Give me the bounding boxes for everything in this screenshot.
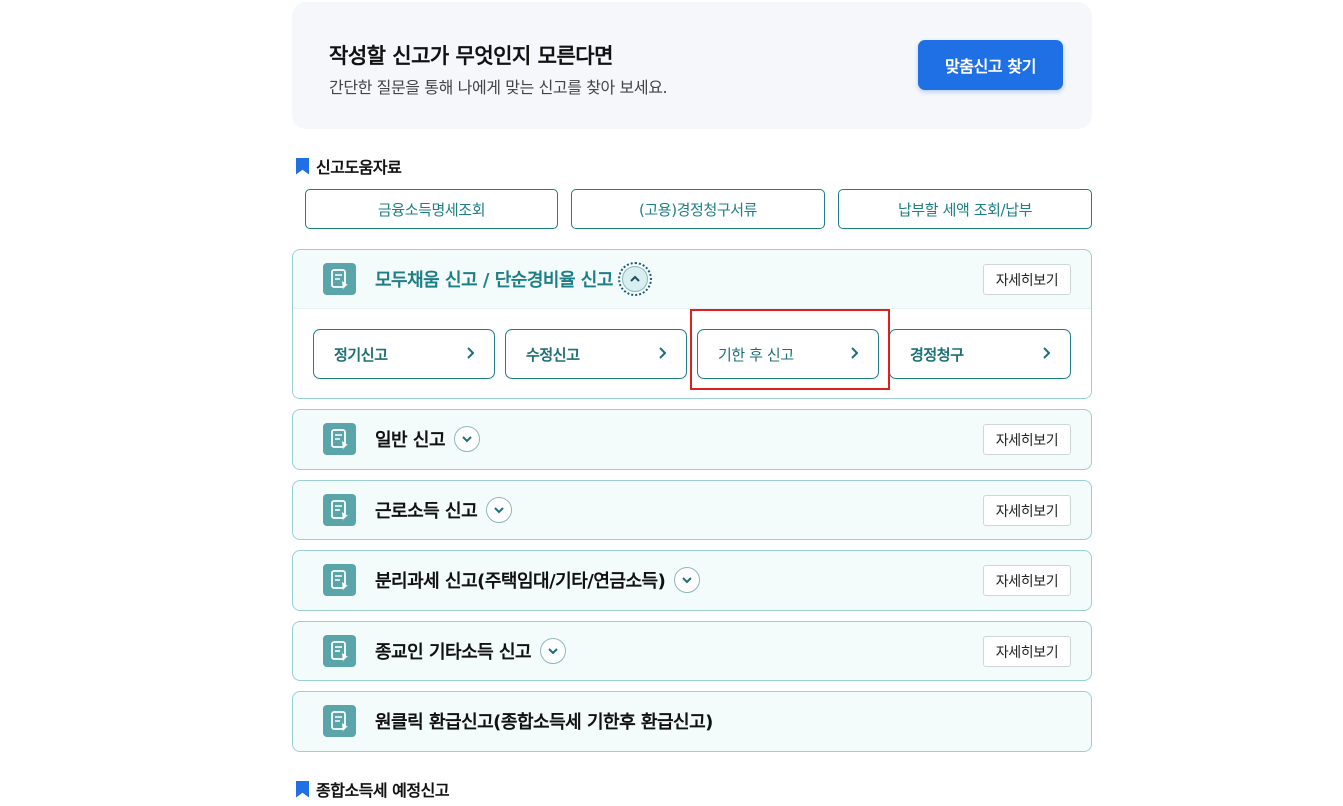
financial-income-lookup-button[interactable]: 금융소득명세조회 [305, 189, 558, 229]
card-simple-filing: 모두채움 신고 / 단순경비율 신고 자세히보기 정기신고 수정신고 기한 후 … [292, 249, 1092, 399]
card-title: 근로소득 신고 [375, 481, 513, 539]
chevron-right-icon [656, 345, 668, 365]
find-custom-report-button[interactable]: 맞춤신고 찾기 [918, 40, 1063, 90]
card-one-click-refund[interactable]: 원클릭 환급신고(종합소득세 기한후 환급신고) [292, 691, 1092, 752]
card-title: 분리과세 신고(주택임대/기타/연금소득) [375, 551, 701, 609]
next-section-heading: 종합소득세 예정신고 [296, 777, 450, 801]
chevron-down-icon [461, 429, 473, 450]
chevron-down-icon [493, 500, 505, 521]
card-options: 정기신고 수정신고 기한 후 신고 경정청구 [293, 308, 1091, 398]
card-header[interactable]: 모두채움 신고 / 단순경비율 신고 자세히보기 [293, 250, 1091, 308]
card-religious-income-filing: 종교인 기타소득 신고 자세히보기 [292, 621, 1092, 681]
bookmark-icon [296, 157, 309, 175]
view-details-button[interactable]: 자세히보기 [983, 565, 1071, 596]
document-icon [323, 423, 356, 455]
card-header[interactable]: 원클릭 환급신고(종합소득세 기한후 환급신고) [293, 692, 1091, 750]
card-earned-income-filing: 근로소득 신고 자세히보기 [292, 480, 1092, 540]
document-icon [323, 263, 356, 295]
regular-filing-button[interactable]: 정기신고 [313, 329, 495, 379]
document-icon [323, 705, 356, 737]
view-details-button[interactable]: 자세히보기 [983, 264, 1071, 295]
card-title: 모두채움 신고 / 단순경비율 신고 [375, 250, 652, 308]
custom-report-finder-banner: 작성할 신고가 무엇인지 모른다면 간단한 질문을 통해 나에게 맞는 신고를 … [292, 2, 1092, 129]
bookmark-icon [296, 780, 309, 798]
card-header[interactable]: 근로소득 신고 자세히보기 [293, 481, 1091, 539]
card-header[interactable]: 일반 신고 자세히보기 [293, 410, 1091, 468]
chevron-down-icon [547, 641, 559, 662]
expand-toggle-button[interactable] [540, 638, 567, 664]
late-filing-button[interactable]: 기한 후 신고 [697, 329, 879, 379]
correction-claim-button[interactable]: 경정청구 [889, 329, 1071, 379]
card-header[interactable]: 종교인 기타소득 신고 자세히보기 [293, 622, 1091, 680]
finder-title: 작성할 신고가 무엇인지 모른다면 [329, 44, 613, 68]
card-general-filing: 일반 신고 자세히보기 [292, 409, 1092, 470]
tax-payment-lookup-button[interactable]: 납부할 세액 조회/납부 [838, 189, 1092, 229]
chevron-up-icon [629, 269, 641, 290]
view-details-button[interactable]: 자세히보기 [983, 424, 1071, 455]
card-title: 종교인 기타소득 신고 [375, 622, 567, 680]
document-icon [323, 635, 356, 667]
expand-toggle-button[interactable] [454, 426, 481, 452]
chevron-right-icon [464, 345, 476, 365]
collapse-toggle-button[interactable] [617, 262, 652, 296]
employment-correction-docs-button[interactable]: (고용)경정청구서류 [571, 189, 825, 229]
document-icon [323, 564, 356, 596]
expand-toggle-button[interactable] [674, 567, 701, 593]
help-section-title: 신고도움자료 [316, 158, 402, 177]
finder-subtitle: 간단한 질문을 통해 나에게 맞는 신고를 찾아 보세요. [329, 78, 668, 97]
card-header[interactable]: 분리과세 신고(주택임대/기타/연금소득) 자세히보기 [293, 551, 1091, 609]
card-title: 원클릭 환급신고(종합소득세 기한후 환급신고) [375, 712, 713, 733]
chevron-down-icon [681, 570, 693, 591]
help-section-heading: 신고도움자료 [296, 154, 402, 178]
next-section-title: 종합소득세 예정신고 [316, 781, 450, 800]
document-icon [323, 494, 356, 526]
amended-filing-button[interactable]: 수정신고 [505, 329, 687, 379]
chevron-right-icon [848, 345, 860, 365]
view-details-button[interactable]: 자세히보기 [983, 636, 1071, 667]
view-details-button[interactable]: 자세히보기 [983, 495, 1071, 526]
card-title: 일반 신고 [375, 410, 481, 468]
chevron-right-icon [1040, 345, 1052, 365]
expand-toggle-button[interactable] [486, 497, 513, 523]
card-separate-taxation-filing: 분리과세 신고(주택임대/기타/연금소득) 자세히보기 [292, 550, 1092, 611]
